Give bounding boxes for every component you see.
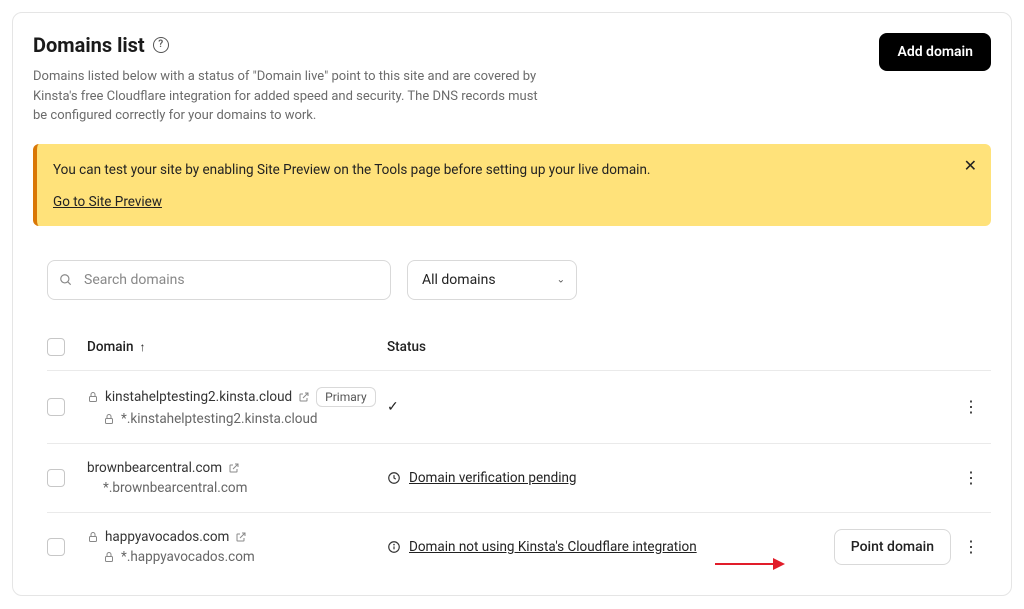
table-row: kinstahelptesting2.kinsta.cloud Primary *.… bbox=[47, 371, 991, 444]
domains-table: Domain ↑ Status kinstahelptesting2.kinst… bbox=[33, 338, 991, 581]
lock-icon bbox=[103, 551, 115, 563]
table-row: happyavocados.com *.happyavocados.com Doma… bbox=[47, 513, 991, 581]
domain-cell: brownbearcentral.com *.brownbearcentral.c… bbox=[87, 460, 387, 496]
add-domain-button[interactable]: Add domain bbox=[879, 33, 991, 71]
help-icon[interactable]: ? bbox=[153, 37, 169, 53]
domain-cell: kinstahelptesting2.kinsta.cloud Primary *.… bbox=[87, 387, 387, 427]
clock-icon bbox=[387, 471, 401, 485]
domain-name: kinstahelptesting2.kinsta.cloud bbox=[105, 389, 292, 405]
table-header: Domain ↑ Status bbox=[47, 338, 991, 371]
domain-name: happyavocados.com bbox=[105, 529, 229, 545]
alert-link[interactable]: Go to Site Preview bbox=[53, 194, 162, 210]
sort-ascending-icon: ↑ bbox=[139, 340, 145, 354]
row-checkbox[interactable] bbox=[47, 538, 65, 556]
page-title: Domains list bbox=[33, 33, 145, 57]
row-menu-button[interactable]: ⋮ bbox=[955, 395, 987, 419]
panel-header: Domains list ? Domains listed below with… bbox=[33, 33, 991, 126]
status-link[interactable]: Domain verification pending bbox=[409, 470, 577, 486]
row-menu-button[interactable]: ⋮ bbox=[955, 466, 987, 490]
row-checkbox[interactable] bbox=[47, 469, 65, 487]
controls-row: All domains ⌄ bbox=[33, 260, 991, 300]
select-all-checkbox[interactable] bbox=[47, 338, 65, 356]
filter-container: All domains ⌄ bbox=[407, 260, 577, 300]
point-domain-button[interactable]: Point domain bbox=[834, 529, 951, 565]
external-link-icon[interactable] bbox=[298, 391, 310, 403]
primary-badge: Primary bbox=[316, 387, 375, 407]
wildcard-domain: *.kinstahelptesting2.kinsta.cloud bbox=[121, 411, 318, 427]
wildcard-domain: *.brownbearcentral.com bbox=[103, 480, 247, 496]
search-input[interactable] bbox=[47, 260, 391, 300]
column-header-status: Status bbox=[387, 339, 811, 355]
domain-cell: happyavocados.com *.happyavocados.com bbox=[87, 529, 387, 565]
table-row: brownbearcentral.com *.brownbearcentral.c… bbox=[47, 444, 991, 513]
wildcard-domain: *.happyavocados.com bbox=[121, 549, 255, 565]
alert-message: You can test your site by enabling Site … bbox=[53, 160, 951, 180]
status-cell: Domain verification pending bbox=[387, 470, 811, 486]
status-cell: Domain not using Kinsta's Cloudflare int… bbox=[387, 539, 811, 555]
lock-icon bbox=[87, 531, 99, 543]
lock-icon bbox=[103, 413, 115, 425]
external-link-icon[interactable] bbox=[235, 531, 247, 543]
check-icon: ✓ bbox=[387, 399, 399, 415]
status-link[interactable]: Domain not using Kinsta's Cloudflare int… bbox=[409, 539, 697, 555]
domain-filter-select[interactable]: All domains bbox=[407, 260, 577, 300]
column-header-domain[interactable]: Domain ↑ bbox=[87, 339, 387, 355]
info-icon bbox=[387, 540, 401, 554]
lock-icon bbox=[87, 391, 99, 403]
row-checkbox[interactable] bbox=[47, 398, 65, 416]
search-icon bbox=[59, 273, 73, 287]
external-link-icon[interactable] bbox=[228, 462, 240, 474]
page-subtitle: Domains listed below with a status of "D… bbox=[33, 67, 553, 126]
status-cell: ✓ bbox=[387, 399, 811, 415]
row-menu-button[interactable]: ⋮ bbox=[955, 535, 987, 559]
site-preview-alert: You can test your site by enabling Site … bbox=[33, 144, 991, 226]
search-container bbox=[47, 260, 391, 300]
domains-panel: Domains list ? Domains listed below with… bbox=[12, 12, 1012, 596]
alert-close-button[interactable]: ✕ bbox=[964, 158, 977, 174]
close-icon: ✕ bbox=[964, 156, 977, 175]
domain-name: brownbearcentral.com bbox=[87, 460, 222, 476]
